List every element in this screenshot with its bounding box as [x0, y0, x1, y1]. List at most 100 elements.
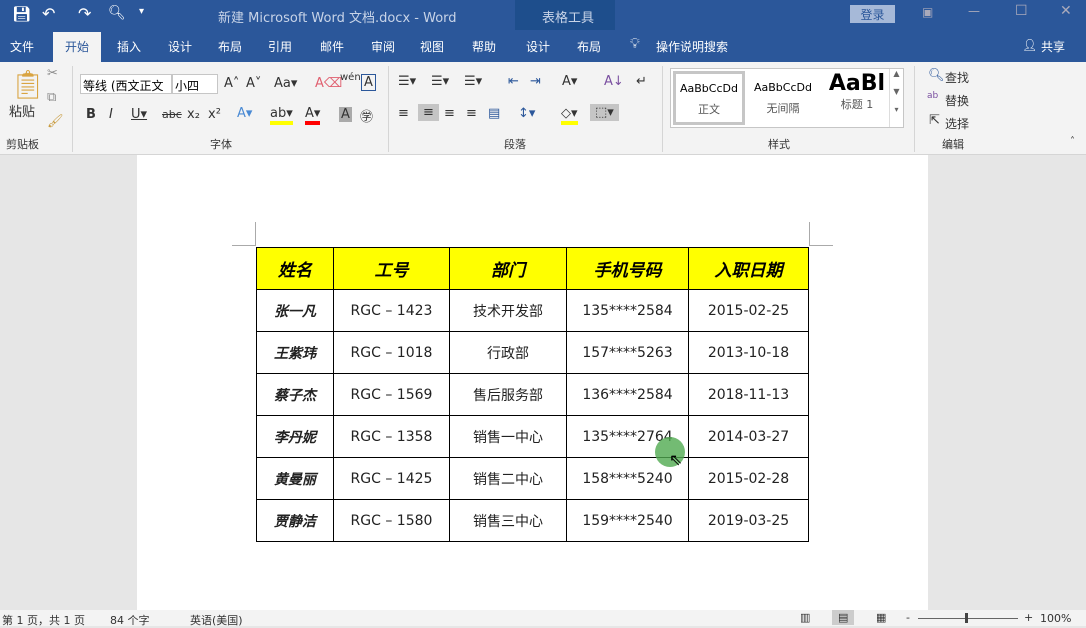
table-cell[interactable]: 销售二中心 — [449, 457, 567, 500]
styles-scroll[interactable]: ▲ ▼ ▾ — [889, 69, 903, 127]
distributed-icon[interactable]: ▤ — [488, 106, 500, 121]
table-cell[interactable]: RGC – 1425 — [333, 457, 450, 500]
undo-icon[interactable]: ↶ — [42, 4, 55, 23]
table-cell[interactable]: 2018-11-13 — [688, 373, 809, 416]
zoom-out-button[interactable]: - — [906, 611, 910, 624]
grow-font-icon[interactable]: A˄ — [224, 76, 239, 91]
header-cell[interactable]: 手机号码 — [566, 247, 689, 290]
sort-icon[interactable]: A↓ — [604, 74, 624, 89]
header-cell[interactable]: 工号 — [333, 247, 450, 290]
table-cell[interactable]: 159****2540 — [566, 499, 689, 542]
tell-me-search[interactable]: 操作说明搜索 — [656, 38, 728, 55]
table-cell[interactable]: 销售一中心 — [449, 415, 567, 458]
table-cell[interactable]: 2015-02-25 — [688, 289, 809, 332]
bullets-icon[interactable]: ☰▾ — [398, 74, 416, 89]
phonetic-guide-icon[interactable]: wén — [340, 72, 361, 83]
read-mode-icon[interactable]: ▥ — [800, 611, 810, 624]
style-no-spacing[interactable]: AaBbCcDd 无间隔 — [747, 71, 819, 123]
font-size-select[interactable]: 小四 — [172, 74, 218, 94]
tab-table-layout[interactable]: 布局 — [577, 38, 601, 55]
table-cell[interactable]: 2013-10-18 — [688, 331, 809, 374]
font-color-icon[interactable]: A▾ — [305, 106, 321, 125]
redo-icon[interactable]: ↷ — [78, 4, 91, 23]
decrease-indent-icon[interactable]: ⇤ — [508, 74, 519, 89]
header-cell[interactable]: 部门 — [449, 247, 567, 290]
table-cell[interactable]: 张一凡 — [256, 289, 334, 332]
tab-home[interactable]: 开始 — [53, 32, 102, 62]
table-cell[interactable]: RGC – 1580 — [333, 499, 450, 542]
borders-icon[interactable]: ⬚▾ — [590, 104, 619, 121]
tab-table-design[interactable]: 设计 — [526, 38, 550, 55]
align-left-icon[interactable]: ≡ — [398, 106, 409, 121]
tab-help[interactable]: 帮助 — [472, 38, 496, 55]
tab-view[interactable]: 视图 — [420, 38, 444, 55]
tab-layout[interactable]: 布局 — [218, 38, 242, 55]
employee-table[interactable]: 姓名 工号 部门 手机号码 入职日期 张一凡 RGC – 1423 技术开发部 135… — [256, 247, 809, 542]
zoom-in-button[interactable]: + — [1024, 611, 1033, 624]
tab-references[interactable]: 引用 — [268, 38, 292, 55]
show-marks-icon[interactable]: ↵ — [636, 74, 647, 89]
paste-icon[interactable]: 📋︎ — [10, 68, 46, 101]
table-cell[interactable]: 售后服务部 — [449, 373, 567, 416]
share-button[interactable]: 共享 — [1041, 38, 1065, 55]
save-icon[interactable]: 💾︎ — [12, 5, 31, 23]
superscript-icon[interactable]: x² — [208, 107, 221, 122]
tab-mailings[interactable]: 邮件 — [320, 38, 344, 55]
tab-file[interactable]: 文件 — [10, 38, 34, 55]
format-painter-icon[interactable]: 🖌︎ — [47, 114, 64, 129]
header-cell[interactable]: 姓名 — [256, 247, 334, 290]
select-icon[interactable]: ⇱ — [929, 113, 940, 128]
copy-icon[interactable]: ⧉ — [47, 90, 56, 105]
table-cell[interactable]: 技术开发部 — [449, 289, 567, 332]
table-cell[interactable]: 2014-03-27 — [688, 415, 809, 458]
select-button[interactable]: 选择 — [945, 115, 969, 132]
highlight-color-icon[interactable]: ab▾ — [270, 106, 293, 125]
table-cell[interactable]: 贾静洁 — [256, 499, 334, 542]
character-border-icon[interactable]: A — [361, 74, 376, 91]
shading-icon[interactable]: ◇▾ — [561, 106, 578, 125]
replace-button[interactable]: 替换 — [945, 92, 969, 109]
tab-insert[interactable]: 插入 — [117, 38, 141, 55]
multilevel-list-icon[interactable]: ☰▾ — [464, 74, 482, 89]
strikethrough-icon[interactable]: abc — [162, 108, 182, 121]
line-spacing-icon[interactable]: ↕▾ — [518, 106, 535, 121]
find-icon[interactable]: 🔍︎ — [928, 68, 945, 83]
underline-icon[interactable]: U▾ — [131, 107, 147, 122]
enclose-character-icon[interactable]: ㊫ — [360, 106, 373, 125]
table-cell[interactable]: 136****2584 — [566, 373, 689, 416]
text-effects-icon[interactable]: A▾ — [237, 106, 252, 121]
table-cell[interactable]: 157****5263 — [566, 331, 689, 374]
tab-design[interactable]: 设计 — [168, 38, 192, 55]
table-cell[interactable]: RGC – 1569 — [333, 373, 450, 416]
maximize-icon[interactable]: ☐ — [1015, 3, 1028, 19]
tab-review[interactable]: 审阅 — [371, 38, 395, 55]
share-icon[interactable]: 👤︎ — [1022, 38, 1037, 52]
bold-icon[interactable]: B — [86, 107, 96, 122]
zoom-level[interactable]: 100% — [1040, 612, 1071, 625]
table-cell[interactable]: RGC – 1018 — [333, 331, 450, 374]
italic-icon[interactable]: I — [109, 107, 113, 122]
table-cell[interactable]: 2019-03-25 — [688, 499, 809, 542]
table-cell[interactable]: 李丹妮 — [256, 415, 334, 458]
subscript-icon[interactable]: x₂ — [187, 107, 200, 122]
minimize-icon[interactable]: — — [968, 4, 980, 18]
style-normal[interactable]: AaBbCcDd 正文 — [673, 71, 745, 125]
align-center-icon[interactable]: ≡ — [418, 104, 439, 121]
justify-icon[interactable]: ≡ — [466, 106, 477, 121]
cut-icon[interactable]: ✂ — [47, 66, 58, 81]
print-layout-icon[interactable]: ▤ — [832, 610, 855, 625]
header-cell[interactable]: 入职日期 — [688, 247, 809, 290]
zoom-slider[interactable] — [918, 618, 1018, 619]
ribbon-display-icon[interactable]: ▣ — [922, 5, 933, 19]
customize-toolbar-icon[interactable]: ▾ — [139, 6, 144, 17]
clear-formatting-icon[interactable]: A⌫ — [315, 76, 342, 91]
change-case-icon[interactable]: Aa▾ — [274, 76, 297, 91]
table-cell[interactable]: 黄曼丽 — [256, 457, 334, 500]
numbering-icon[interactable]: ☰▾ — [431, 74, 449, 89]
zoom-slider-thumb[interactable] — [965, 613, 968, 623]
table-cell[interactable]: 135****2584 — [566, 289, 689, 332]
table-cell[interactable]: RGC – 1358 — [333, 415, 450, 458]
table-cell[interactable]: RGC – 1423 — [333, 289, 450, 332]
paste-button[interactable]: 粘贴 — [9, 101, 35, 120]
close-icon[interactable]: ✕ — [1060, 3, 1072, 19]
